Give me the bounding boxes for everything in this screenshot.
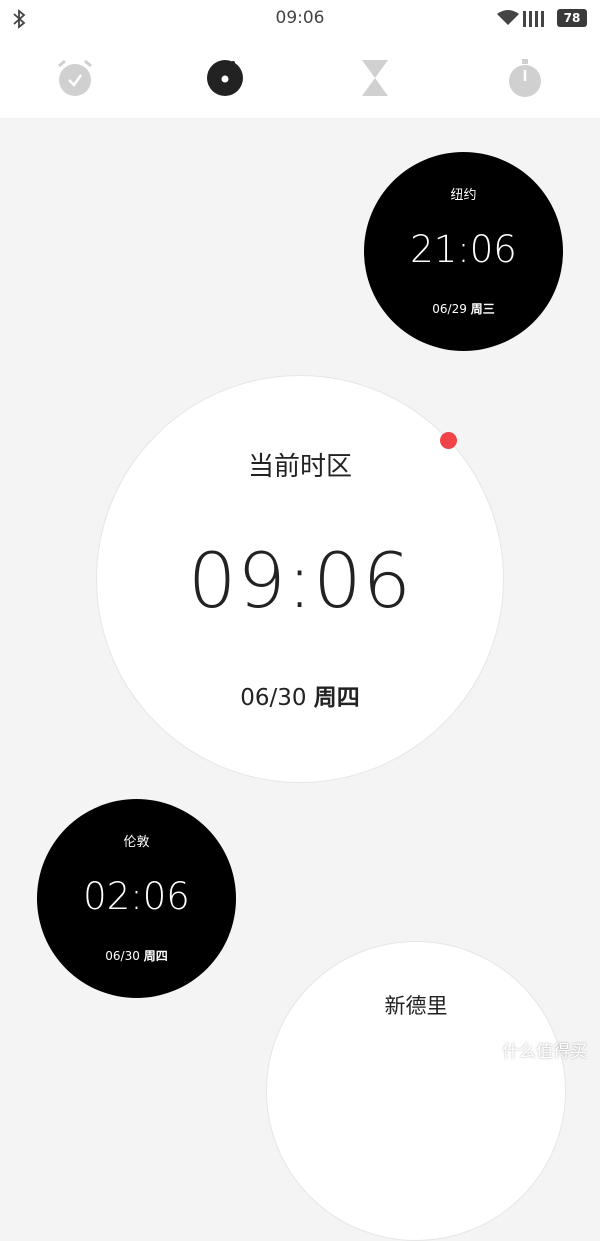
alarm-clock-icon [58,59,92,96]
city-time: 09:06 [187,536,413,625]
stopwatch-icon [509,59,541,97]
wifi-icon [497,10,519,25]
weekday: 周四 [143,949,168,963]
weekday: 周三 [470,302,495,316]
city-date: 06/29 周三 [364,300,563,317]
city-clock-new-york[interactable]: 纽约 21:06 06/29 周三 [364,152,563,351]
city-name: 伦敦 [123,835,150,850]
hourglass-icon [362,60,388,96]
date-value: 06/30 [105,949,140,963]
city-time: 21:06 [410,228,517,271]
city-clock-london[interactable]: 伦敦 02:06 06/30 周四 [37,799,236,998]
current-indicator-dot [440,432,457,449]
city-date: 06/30 周四 [97,678,503,712]
tab-stopwatch[interactable] [450,38,600,118]
city-name: 纽约 [450,188,477,203]
tab-world-clock[interactable] [150,38,300,118]
date-value: 06/29 [432,302,467,316]
tab-bar [0,38,600,118]
tab-alarm[interactable] [0,38,150,118]
signal-icon [523,11,544,27]
status-bar: 09:06 78 [0,0,600,38]
date-value: 06/30 [240,685,307,711]
city-time: 02:06 [83,875,190,918]
watermark-text: 什么值得买 [502,1042,587,1062]
clock-icon [207,60,243,96]
city-date: 06/30 周四 [37,947,236,964]
city-clock-new-delhi[interactable]: 新德里 [266,941,566,1241]
city-name: 当前时区 [247,452,352,482]
tab-timer[interactable] [300,38,450,118]
weekday: 周四 [313,685,360,711]
watermark: 什么值得买 [476,1037,587,1062]
battery-icon: 78 [557,9,587,27]
city-name: 新德里 [384,994,448,1018]
